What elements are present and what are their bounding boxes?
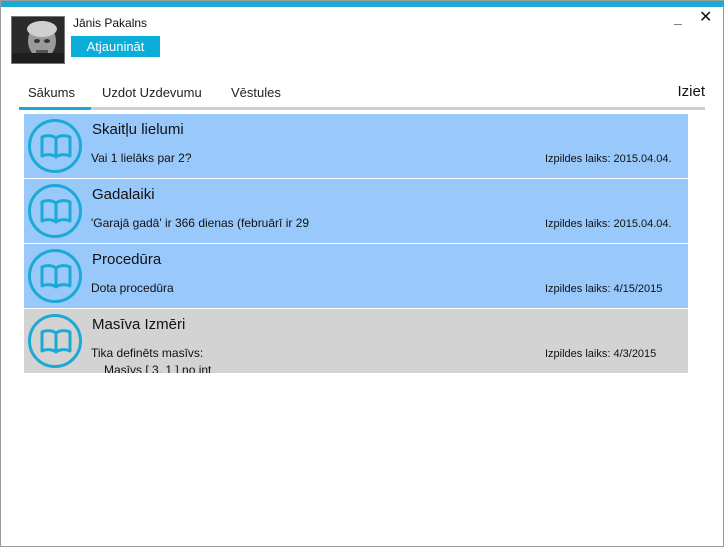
task-list: Skaitļu lielumi Vai 1 lielāks par 2? Izp… xyxy=(24,114,688,373)
app-window: Jānis Pakalns Atjaunināt _ ✕ Sākums Uzdo… xyxy=(0,0,724,547)
book-icon xyxy=(28,314,82,368)
book-icon xyxy=(28,249,82,303)
user-name: Jānis Pakalns xyxy=(73,16,148,30)
close-button[interactable]: ✕ xyxy=(699,10,712,26)
task-deadline: Izpildes laiks: 2015.04.04. xyxy=(545,218,672,230)
task-deadline: Izpildes laiks: 4/3/2015 xyxy=(545,348,657,360)
task-title: Masīva Izmēri xyxy=(92,316,186,333)
task-item[interactable]: Masīva Izmēri Tika definēts masīvs: Masī… xyxy=(24,309,688,373)
task-item[interactable]: Skaitļu lielumi Vai 1 lielāks par 2? Izp… xyxy=(24,114,688,178)
minimize-button[interactable]: _ xyxy=(674,10,682,26)
task-deadline: Izpildes laiks: 2015.04.04. xyxy=(545,153,672,165)
task-title: Skaitļu lielumi xyxy=(92,121,184,138)
title-accent-bar xyxy=(1,1,724,7)
book-icon xyxy=(28,184,82,238)
tab-assign-task[interactable]: Uzdot Uzdevumu xyxy=(102,85,202,109)
task-title: Procedūra xyxy=(92,251,162,268)
task-description-line2: Masīvs [ 3, 1 ] no int xyxy=(104,363,212,373)
task-deadline: Izpildes laiks: 4/15/2015 xyxy=(545,283,663,295)
refresh-button[interactable]: Atjaunināt xyxy=(71,36,160,57)
task-description: 'Garajā gadā' ir 366 dienas (februārī ir… xyxy=(91,216,310,230)
book-icon xyxy=(28,119,82,173)
task-description: Dota procedūra xyxy=(91,281,174,295)
avatar xyxy=(11,16,65,64)
logout-link[interactable]: Iziet xyxy=(677,83,705,100)
tab-bar: Sākums Uzdot Uzdevumu Vēstules Iziet xyxy=(19,83,705,110)
task-item[interactable]: Gadalaiki 'Garajā gadā' ir 366 dienas (f… xyxy=(24,179,688,243)
tab-messages[interactable]: Vēstules xyxy=(231,85,281,109)
task-title: Gadalaiki xyxy=(92,186,155,203)
task-description: Tika definēts masīvs: xyxy=(91,346,204,360)
task-item[interactable]: Procedūra Dota procedūra Izpildes laiks:… xyxy=(24,244,688,308)
tab-home[interactable]: Sākums xyxy=(19,85,91,109)
task-description: Vai 1 lielāks par 2? xyxy=(91,151,192,165)
